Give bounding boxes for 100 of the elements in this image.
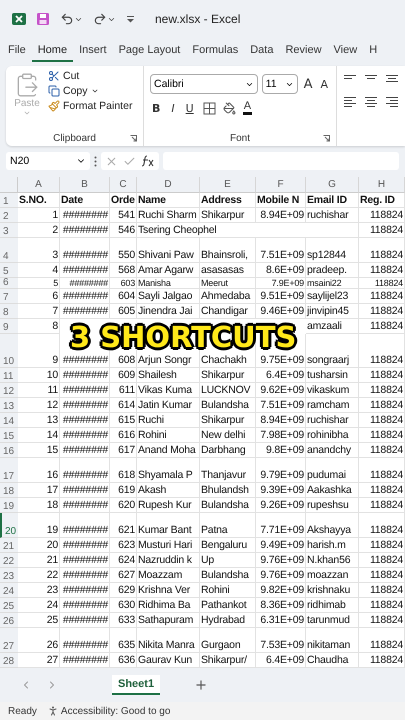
row-header[interactable]: 23	[0, 568, 18, 583]
row-header[interactable]: 20	[0, 513, 18, 538]
underline-button[interactable]: U	[184, 102, 196, 114]
column-header[interactable]: F	[256, 177, 306, 193]
table-cell: 18	[18, 498, 60, 513]
row-header[interactable]: 11	[0, 368, 18, 383]
table-cell: 1	[18, 208, 60, 223]
redo-icon[interactable]	[93, 12, 116, 26]
align-right-icon[interactable]	[385, 96, 399, 108]
table-cell: 118824	[359, 553, 405, 568]
ribbon-tab[interactable]: Formulas	[186, 40, 244, 62]
table-cell: 9.79E+09	[256, 458, 306, 483]
align-left-icon[interactable]	[343, 96, 357, 108]
bold-button[interactable]: B	[150, 102, 162, 114]
row-header[interactable]: 6	[0, 278, 18, 289]
name-box[interactable]: N20	[6, 152, 90, 170]
row-header[interactable]: 25	[0, 598, 18, 613]
row-header[interactable]: 22	[0, 553, 18, 568]
row-header[interactable]: 26	[0, 613, 18, 628]
row-header[interactable]: 14	[0, 413, 18, 428]
table-cell: 7.9E+09	[256, 278, 306, 289]
ribbon-tab[interactable]: Review	[279, 40, 328, 62]
row-header[interactable]: 17	[0, 458, 18, 483]
ribbon-tab[interactable]: File	[2, 40, 32, 62]
table-cell: 546	[110, 223, 137, 238]
table-cell: 118824	[359, 513, 405, 538]
table-cell: Ahmedaba	[200, 289, 256, 304]
function-icon[interactable]	[141, 155, 155, 167]
add-sheet-icon[interactable]	[194, 678, 208, 692]
font-size-dropdown[interactable]: 11	[262, 74, 298, 94]
table-cell: 9	[18, 334, 60, 368]
fill-color-icon[interactable]	[222, 102, 236, 114]
row-header[interactable]: 5	[0, 263, 18, 278]
ribbon-tab[interactable]: Data	[244, 40, 280, 62]
table-cell: nikitaman	[306, 628, 359, 653]
table-cell: 541	[110, 208, 137, 223]
table-cell: Shailesh	[137, 368, 200, 383]
check-icon[interactable]	[123, 154, 136, 168]
table-cell: 7.71E+09	[256, 513, 306, 538]
font-color-button[interactable]: A	[242, 101, 252, 115]
sheet-tab[interactable]: Sheet1	[112, 675, 160, 695]
table-cell: 616	[110, 428, 137, 443]
column-header[interactable]: B	[60, 177, 110, 193]
row-header[interactable]: 12	[0, 383, 18, 398]
italic-button[interactable]: I	[169, 102, 177, 114]
row-header[interactable]: 24	[0, 583, 18, 598]
align-center-icon[interactable]	[364, 96, 378, 108]
cut-button[interactable]: Cut	[48, 70, 132, 82]
accessibility-icon[interactable]	[46, 705, 59, 717]
column-header[interactable]: A	[18, 177, 60, 193]
table-cell: 7	[18, 304, 60, 319]
row-header[interactable]: 27	[0, 628, 18, 653]
row-header[interactable]: 10	[0, 334, 18, 368]
row-header[interactable]: 1	[0, 193, 18, 208]
format-painter-button[interactable]: Format Painter	[48, 100, 132, 112]
table-cell: Manisha	[137, 278, 200, 289]
accessibility-status[interactable]: Accessibility: Good to go	[60, 706, 170, 716]
save-icon[interactable]	[36, 12, 50, 26]
row-header[interactable]: 2	[0, 208, 18, 223]
ribbon-tab[interactable]: View	[328, 40, 364, 62]
undo-icon[interactable]	[60, 12, 83, 26]
table-cell: ########	[60, 263, 110, 278]
row-header[interactable]: 3	[0, 223, 18, 238]
shrink-font-button[interactable]: A	[318, 78, 330, 90]
excel-logo-icon[interactable]	[12, 12, 26, 26]
table-cell: ########	[60, 568, 110, 583]
customize-toolbar-icon[interactable]	[126, 15, 135, 23]
ribbon-tab[interactable]: Page Layout	[112, 40, 186, 62]
table-cell: ########	[60, 513, 110, 538]
column-header[interactable]: C	[110, 177, 137, 193]
ribbon-tab[interactable]: Home	[32, 40, 74, 62]
row-header[interactable]: 7	[0, 289, 18, 304]
row-header[interactable]: 18	[0, 483, 18, 498]
column-header[interactable]: E	[200, 177, 256, 193]
row-header[interactable]: 16	[0, 443, 18, 458]
table-cell: 9.62E+09	[256, 383, 306, 398]
borders-icon[interactable]	[202, 102, 216, 114]
dialog-launcher-icon[interactable]	[323, 135, 330, 142]
column-header[interactable]: D	[137, 177, 200, 193]
row-header[interactable]: 8	[0, 304, 18, 319]
column-header[interactable]: H	[359, 177, 405, 193]
ribbon-tab[interactable]: Insert	[73, 40, 113, 62]
row-header[interactable]: 19	[0, 498, 18, 513]
font-name-dropdown[interactable]: Calibri	[150, 74, 258, 94]
table-cell: 7.53E+09	[256, 628, 306, 653]
row-header[interactable]: 4	[0, 238, 18, 263]
row-header[interactable]: 9	[0, 319, 18, 334]
column-header[interactable]: G	[306, 177, 359, 193]
row-header[interactable]: 13	[0, 398, 18, 413]
row-header[interactable]: 15	[0, 428, 18, 443]
table-cell: 25	[18, 613, 60, 628]
table-cell: ########	[60, 289, 110, 304]
ribbon-tab[interactable]: H	[363, 40, 384, 62]
row-header[interactable]: 28	[0, 653, 18, 668]
row-header[interactable]: 21	[0, 538, 18, 553]
grow-font-button[interactable]: A	[302, 76, 314, 92]
table-cell: ########	[60, 304, 110, 319]
table-cell: 118824	[359, 498, 405, 513]
dialog-launcher-icon[interactable]	[130, 135, 137, 142]
copy-button[interactable]: Copy	[48, 85, 132, 97]
